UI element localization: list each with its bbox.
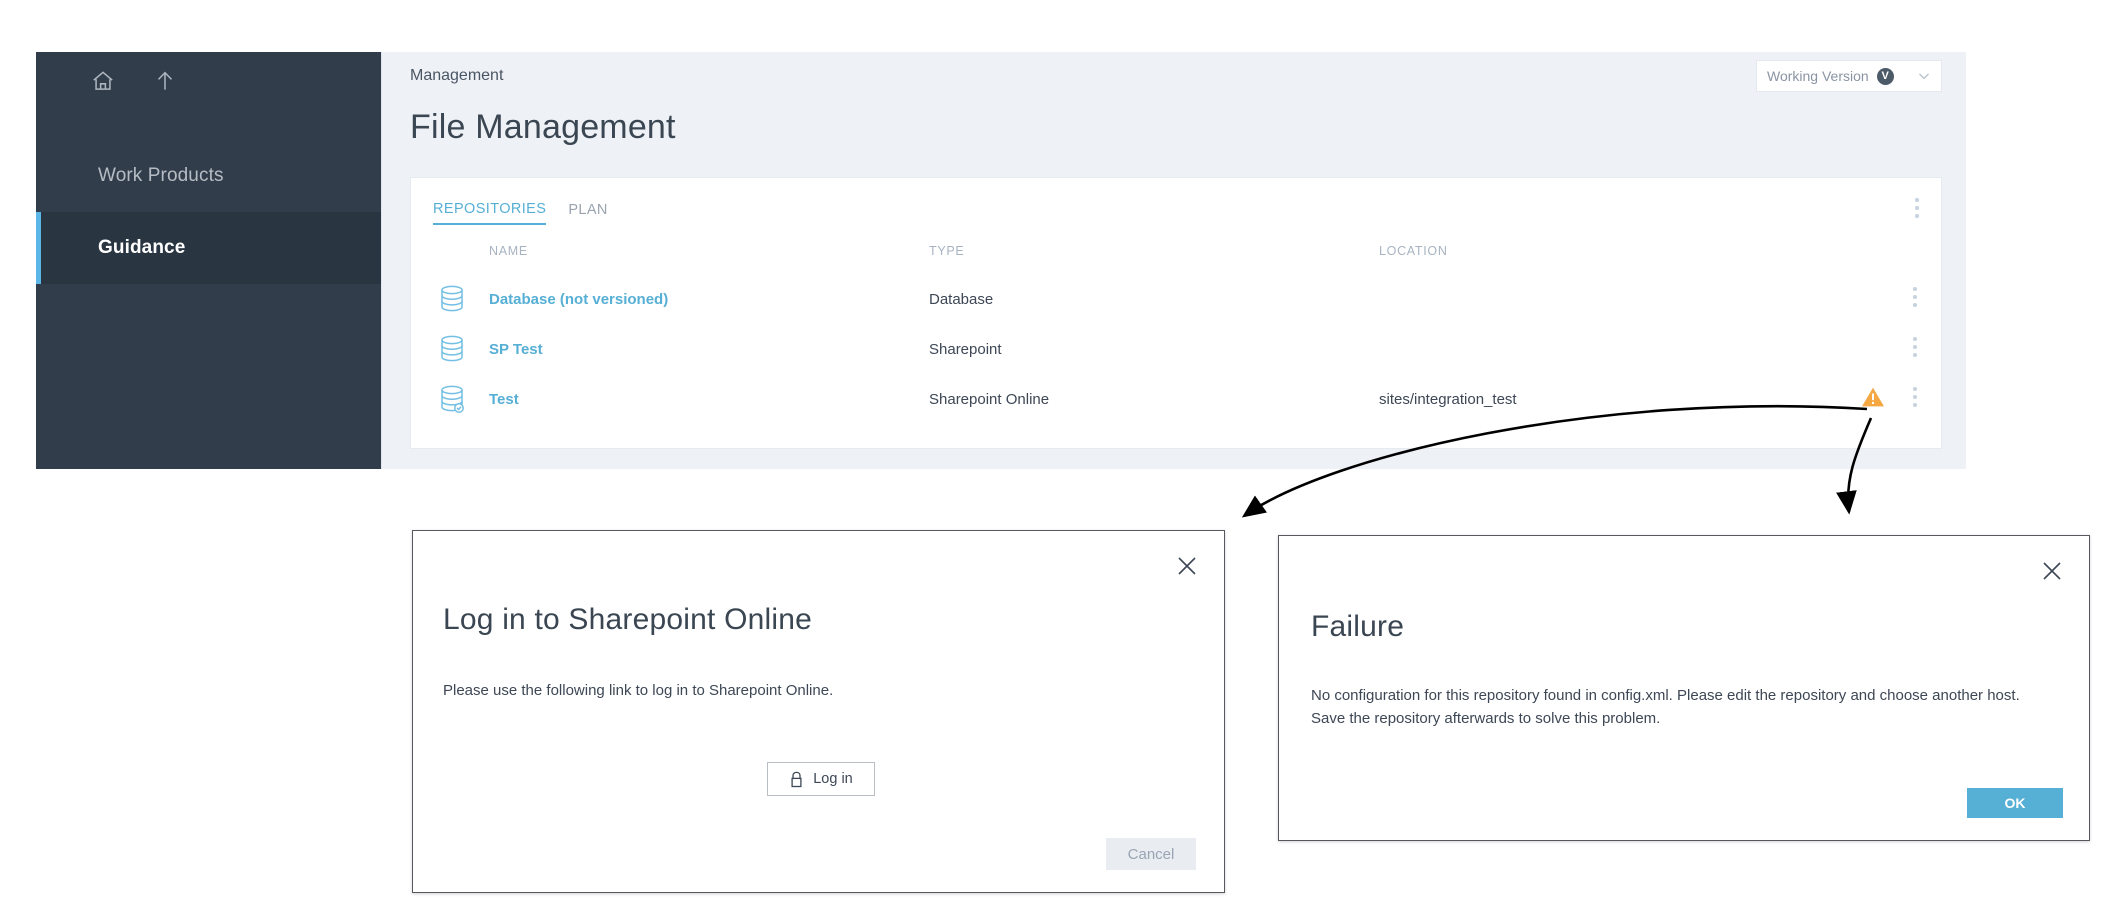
sidebar-toolbar	[36, 52, 381, 110]
table-header-row: NAME TYPE LOCATION	[411, 230, 1941, 274]
login-button-label: Log in	[813, 771, 853, 787]
login-dialog-body: Please use the following link to log in …	[443, 682, 834, 699]
close-icon[interactable]	[1176, 555, 1198, 577]
row-actions-cell	[1885, 374, 1941, 424]
repository-name-link[interactable]: Test	[489, 391, 519, 408]
row-status-cell	[1795, 374, 1885, 424]
repositories-card: REPOSITORIES PLAN NAME TYPE LOCATION Dat…	[410, 177, 1942, 449]
row-icon-cell	[411, 274, 489, 324]
breadcrumb: Management	[410, 67, 504, 84]
row-actions-cell	[1885, 324, 1941, 374]
row-location-cell	[1379, 324, 1795, 374]
warning-icon[interactable]	[1861, 386, 1885, 408]
sidebar-nav: Work Products Guidance	[36, 140, 381, 284]
sidebar-item-work-products[interactable]: Work Products	[36, 140, 381, 212]
column-header-icon	[411, 230, 489, 274]
database-check-icon	[439, 384, 465, 414]
row-type-cell: Sharepoint	[929, 340, 1002, 358]
tab-label: PLAN	[568, 202, 608, 218]
chevron-down-icon	[1917, 69, 1931, 83]
table-row[interactable]: Test Sharepoint Online sites/integration…	[411, 374, 1941, 424]
repository-name-link[interactable]: Database (not versioned)	[489, 291, 668, 308]
sidebar-item-label: Guidance	[98, 237, 186, 258]
card-overflow-menu-icon[interactable]	[1915, 198, 1919, 222]
login-button[interactable]: Log in	[767, 762, 875, 796]
application-window: Work Products Guidance Management Workin…	[36, 52, 1966, 469]
ok-button[interactable]: OK	[1967, 788, 2063, 818]
row-status-cell	[1795, 274, 1885, 324]
lock-icon	[789, 771, 804, 788]
row-location-cell: sites/integration_test	[1379, 390, 1517, 408]
row-icon-cell	[411, 374, 489, 424]
main-content: Management Working Version V File Manage…	[381, 52, 1966, 469]
version-selector[interactable]: Working Version V	[1756, 60, 1942, 92]
row-name-cell: Test	[489, 374, 929, 424]
up-arrow-icon[interactable]	[152, 68, 178, 94]
failure-dialog-body: No configuration for this repository fou…	[1311, 687, 2020, 728]
row-type-cell: Database	[929, 290, 994, 308]
database-icon	[439, 334, 465, 364]
row-status-cell	[1795, 324, 1885, 374]
version-badge-icon: V	[1876, 67, 1894, 85]
column-header-location: LOCATION	[1379, 244, 1448, 258]
home-icon[interactable]	[90, 68, 116, 94]
card-tabbar: REPOSITORIES PLAN	[411, 178, 1941, 230]
sidebar-item-guidance[interactable]: Guidance	[36, 212, 381, 284]
failure-dialog-title: Failure	[1311, 610, 1405, 643]
table-row[interactable]: SP Test Sharepoint	[411, 324, 1941, 374]
table-row[interactable]: Database (not versioned) Database	[411, 274, 1941, 324]
sidebar-item-label: Work Products	[98, 165, 224, 186]
row-location-cell	[1379, 274, 1795, 324]
sidebar: Work Products Guidance	[36, 52, 381, 469]
close-icon[interactable]	[2041, 560, 2063, 582]
row-actions-cell	[1885, 274, 1941, 324]
breadcrumb-bar: Management Working Version V	[382, 52, 1966, 100]
row-name-cell: SP Test	[489, 324, 929, 374]
login-dialog-title: Log in to Sharepoint Online	[443, 603, 812, 636]
tab-plan[interactable]: PLAN	[568, 202, 607, 224]
version-selector-label: Working Version	[1767, 68, 1869, 84]
screenshot-root: Work Products Guidance Management Workin…	[0, 0, 2107, 908]
database-icon	[439, 284, 465, 314]
row-overflow-menu-icon[interactable]	[1913, 287, 1917, 311]
tab-label: REPOSITORIES	[433, 201, 547, 217]
column-header-status	[1795, 230, 1885, 274]
cancel-button[interactable]: Cancel	[1106, 838, 1196, 870]
failure-dialog: Failure No configuration for this reposi…	[1278, 535, 2090, 841]
row-icon-cell	[411, 324, 489, 374]
repository-name-link[interactable]: SP Test	[489, 341, 543, 358]
tab-repositories[interactable]: REPOSITORIES	[433, 201, 547, 225]
column-header-actions	[1885, 230, 1941, 274]
row-overflow-menu-icon[interactable]	[1913, 337, 1917, 361]
row-overflow-menu-icon[interactable]	[1913, 387, 1917, 411]
row-name-cell: Database (not versioned)	[489, 274, 929, 324]
login-dialog: Log in to Sharepoint Online Please use t…	[412, 530, 1225, 893]
column-header-type: TYPE	[929, 244, 965, 258]
page-title: File Management	[410, 108, 676, 146]
row-type-cell: Sharepoint Online	[929, 390, 1050, 408]
repositories-table: NAME TYPE LOCATION Database (not version…	[411, 230, 1941, 424]
column-header-name: NAME	[489, 244, 528, 258]
